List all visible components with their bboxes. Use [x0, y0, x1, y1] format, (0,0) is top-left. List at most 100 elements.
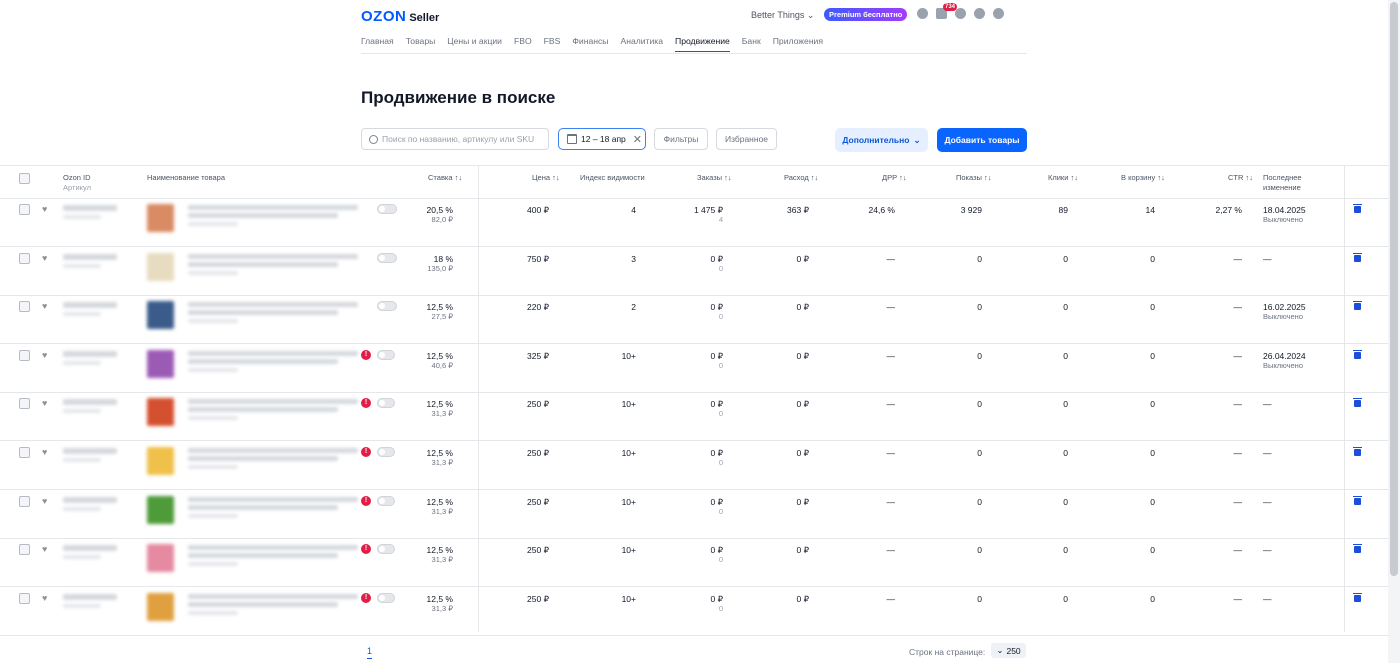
favorite-heart-icon[interactable]: ♥ [42, 496, 47, 506]
table-row[interactable]: ♥ 20,5 % 82,0 ₽ 400 ₽ 4 1 475 ₽4 363 ₽ 24… [0, 198, 1388, 247]
favorite-heart-icon[interactable]: ♥ [42, 204, 47, 214]
delete-icon[interactable] [1353, 544, 1362, 554]
warning-icon[interactable]: ! [361, 544, 371, 555]
promotion-toggle[interactable] [377, 301, 397, 312]
pagination-page[interactable]: 1 [367, 646, 373, 659]
warning-icon[interactable]: ! [361, 592, 371, 603]
nav-fbo[interactable]: FBO [514, 36, 532, 52]
delete-icon[interactable] [1353, 495, 1362, 505]
promotion-toggle[interactable] [377, 204, 397, 214]
nav-fbs[interactable]: FBS [544, 36, 561, 52]
table-row[interactable]: ♥ ! 12,5 % 31,3 ₽ 250 ₽ 10+ 0 ₽0 0 ₽ — 0 … [0, 490, 1388, 539]
bid-cell[interactable]: 12,5 % 31,3 ₽ [427, 594, 453, 614]
col-spend[interactable]: Расход ↑↓ [784, 173, 818, 183]
col-shows[interactable]: Показы ↑↓ [956, 173, 992, 183]
warning-icon[interactable]: ! [361, 398, 371, 409]
warning-icon[interactable]: ! [361, 495, 371, 506]
row-checkbox[interactable] [19, 495, 30, 507]
select-all-checkbox[interactable] [19, 173, 30, 184]
nav-products[interactable]: Товары [406, 36, 436, 52]
delete-icon[interactable] [1353, 349, 1362, 359]
delete-icon[interactable] [1353, 447, 1362, 456]
search-input[interactable]: Поиск по названию, артикулу или SKU [361, 128, 549, 150]
add-products-button[interactable]: Добавить товары [937, 128, 1027, 152]
bid-cell[interactable]: 12,5 % 31,3 ₽ [427, 497, 453, 517]
product-thumbnail[interactable] [147, 301, 174, 330]
col-bid[interactable]: Ставка ↑↓ [428, 173, 462, 183]
col-clicks[interactable]: Клики ↑↓ [1048, 173, 1078, 183]
user-icon[interactable] [917, 8, 928, 19]
clear-date-icon[interactable]: ✕ [633, 133, 642, 146]
promotion-toggle[interactable] [377, 349, 395, 360]
nav-finance[interactable]: Финансы [572, 36, 608, 52]
scrollbar[interactable] [1388, 0, 1400, 663]
favorite-heart-icon[interactable]: ♥ [42, 350, 47, 360]
product-thumbnail[interactable] [147, 544, 174, 573]
row-checkbox[interactable] [19, 447, 30, 458]
delete-icon[interactable] [1353, 252, 1362, 262]
row-checkbox[interactable] [19, 349, 30, 361]
delete-icon[interactable] [1353, 398, 1362, 408]
col-orders[interactable]: Заказы ↑↓ [697, 173, 732, 183]
product-thumbnail[interactable] [147, 495, 174, 524]
product-thumbnail[interactable] [147, 204, 174, 232]
nav-promotion[interactable]: Продвижение [675, 36, 730, 52]
favorites-button[interactable]: Избранное [716, 128, 777, 150]
favorite-heart-icon[interactable]: ♥ [42, 447, 47, 457]
product-thumbnail[interactable] [147, 592, 174, 621]
table-row[interactable]: ♥ ! 12,5 % 31,3 ₽ 250 ₽ 10+ 0 ₽0 0 ₽ — 0 … [0, 538, 1388, 588]
favorite-heart-icon[interactable]: ♥ [42, 544, 47, 554]
product-thumbnail[interactable] [147, 252, 174, 281]
row-checkbox[interactable] [19, 204, 30, 215]
col-drr[interactable]: ДРР ↑↓ [882, 173, 907, 183]
premium-badge[interactable]: Premium бесплатно [824, 8, 908, 21]
date-range-picker[interactable]: 12 – 18 апр ✕ [558, 128, 646, 150]
table-row[interactable]: ♥ ! 12,5 % 31,3 ₽ 250 ₽ 10+ 0 ₽0 0 ₽ — 0 … [0, 441, 1388, 490]
product-thumbnail[interactable] [147, 349, 174, 378]
promotion-toggle[interactable] [377, 544, 395, 555]
favorite-heart-icon[interactable]: ♥ [42, 398, 47, 408]
ozon-logo[interactable]: OZON Seller [361, 8, 439, 25]
filters-button[interactable]: Фильтры [654, 128, 708, 150]
promotion-toggle[interactable] [377, 398, 395, 409]
table-row[interactable]: ♥ ! 12,5 % 40,6 ₽ 325 ₽ 10+ 0 ₽0 0 ₽ — 0 … [0, 344, 1388, 393]
nav-analytics[interactable]: Аналитика [620, 36, 663, 52]
chat-icon[interactable]: 734 [936, 3, 958, 19]
promotion-toggle[interactable] [377, 495, 395, 506]
favorite-heart-icon[interactable]: ♥ [42, 301, 47, 311]
bid-cell[interactable]: 12,5 % 27,5 ₽ [427, 302, 453, 322]
delete-icon[interactable] [1353, 592, 1362, 602]
table-row[interactable]: ♥ 12,5 % 27,5 ₽ 220 ₽ 2 0 ₽0 0 ₽ — 0 0 0 … [0, 295, 1388, 345]
table-row[interactable]: ♥ ! 12,5 % 31,3 ₽ 250 ₽ 10+ 0 ₽0 0 ₽ — 0 … [0, 392, 1388, 442]
promotion-toggle[interactable] [377, 252, 397, 263]
row-checkbox[interactable] [19, 252, 30, 264]
bid-cell[interactable]: 12,5 % 40,6 ₽ [427, 351, 453, 371]
row-checkbox[interactable] [19, 544, 30, 556]
scrollbar-thumb[interactable] [1390, 2, 1398, 576]
bid-cell[interactable]: 12,5 % 31,3 ₽ [427, 399, 453, 419]
nav-prices[interactable]: Цены и акции [447, 36, 502, 52]
bid-cell[interactable]: 12,5 % 31,3 ₽ [427, 448, 453, 468]
nav-home[interactable]: Главная [361, 36, 394, 52]
row-checkbox[interactable] [19, 592, 30, 604]
bid-cell[interactable]: 18 % 135,0 ₽ [427, 254, 453, 274]
promotion-toggle[interactable] [377, 447, 395, 457]
nav-bank[interactable]: Банк [742, 36, 761, 52]
product-thumbnail[interactable] [147, 447, 174, 475]
account-switcher[interactable]: Better Things ⌄ [751, 10, 814, 21]
rows-per-page-select[interactable]: ⌄ 250 [991, 643, 1026, 658]
megaphone-icon[interactable] [993, 8, 1004, 19]
more-button[interactable]: Дополнительно ⌄ [835, 128, 928, 152]
warning-icon[interactable]: ! [361, 447, 371, 457]
delete-icon[interactable] [1353, 301, 1362, 311]
bid-cell[interactable]: 12,5 % 31,3 ₽ [427, 545, 453, 565]
favorite-heart-icon[interactable]: ♥ [42, 253, 47, 263]
help-icon[interactable] [955, 8, 966, 19]
favorite-heart-icon[interactable]: ♥ [42, 593, 47, 603]
row-checkbox[interactable] [19, 398, 30, 410]
promotion-toggle[interactable] [377, 592, 395, 603]
table-row[interactable]: ♥ ! 12,5 % 31,3 ₽ 250 ₽ 10+ 0 ₽0 0 ₽ — 0 … [0, 587, 1388, 636]
row-checkbox[interactable] [19, 301, 30, 313]
bid-cell[interactable]: 20,5 % 82,0 ₽ [427, 205, 453, 225]
col-cart[interactable]: В корзину ↑↓ [1121, 173, 1165, 183]
